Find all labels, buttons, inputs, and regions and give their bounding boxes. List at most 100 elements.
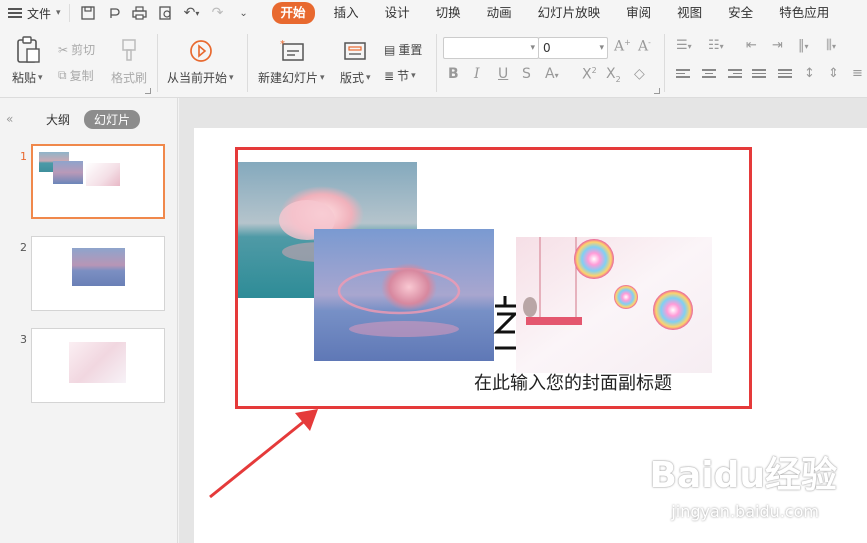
tab-design[interactable]: 设计: [372, 2, 423, 24]
slide-thumbnail-2[interactable]: [31, 236, 165, 311]
thumb-image: [86, 163, 120, 186]
copy-label: 复制: [69, 69, 94, 83]
ribbon-separator: [247, 34, 248, 92]
paragraph-spacing-icon[interactable]: ⇕: [828, 66, 839, 81]
collapse-panel-icon[interactable]: «: [6, 112, 13, 126]
hamburger-icon: [8, 8, 22, 18]
tab-transition[interactable]: 切换: [423, 2, 474, 24]
thumbnail-number: 2: [20, 241, 27, 254]
italic-icon[interactable]: I: [474, 66, 480, 82]
highlight-box: [235, 147, 752, 409]
layout-label: 版式: [340, 71, 365, 85]
font-name-combo[interactable]: ▾: [443, 37, 539, 59]
superscript-icon[interactable]: X2: [582, 66, 597, 83]
cut-button[interactable]: ✂ 剪切: [58, 41, 95, 58]
dialog-launcher-icon[interactable]: [654, 88, 660, 94]
increase-font-icon[interactable]: A+: [614, 38, 631, 55]
line-spacing-icon[interactable]: ↕: [804, 66, 815, 81]
tab-home[interactable]: 开始: [271, 2, 315, 24]
watermark-logo: Baidu经验: [649, 455, 837, 496]
ribbon: 粘贴 ✂剪切 ⧉复制 格式刷 从当前开始 * 新建幻灯片 版式 ▤重置 ≣节 ▾…: [0, 26, 867, 98]
thumb-image: [72, 248, 125, 286]
chevron-down-icon: ▾: [599, 43, 604, 53]
tab-view[interactable]: 视图: [664, 2, 715, 24]
subscript-icon[interactable]: X2: [606, 66, 621, 84]
paste-label: 粘贴: [12, 71, 37, 85]
new-slide-icon[interactable]: *: [280, 38, 306, 64]
redo-icon[interactable]: ↷: [206, 2, 230, 24]
section-button[interactable]: ≣ 节: [384, 67, 416, 84]
chevron-down-icon: ▾: [530, 43, 535, 53]
print-preview-icon[interactable]: [154, 2, 178, 24]
reset-button[interactable]: ▤ 重置: [384, 41, 422, 58]
format-painter-label: 格式刷: [111, 71, 148, 85]
thumb-image: [53, 161, 83, 184]
text-columns-icon[interactable]: ‖▾: [798, 38, 809, 53]
scissors-icon: ✂: [58, 42, 69, 57]
undo-icon[interactable]: ↶ ▾: [180, 2, 204, 24]
thumbnail-number: 3: [20, 333, 27, 346]
reset-label: 重置: [398, 43, 423, 57]
reset-icon: ▤: [384, 42, 396, 57]
paste-icon[interactable]: [14, 36, 42, 64]
font-size-value: 0: [543, 41, 551, 55]
align-left-icon[interactable]: [676, 69, 690, 81]
decrease-font-icon[interactable]: A-: [638, 38, 651, 55]
save-icon[interactable]: [76, 2, 100, 24]
dialog-launcher-icon[interactable]: [145, 88, 151, 94]
text-direction-icon[interactable]: ⫼▾: [826, 38, 836, 53]
tab-review[interactable]: 审阅: [613, 2, 664, 24]
print-icon[interactable]: [128, 2, 152, 24]
new-slide-label: 新建幻灯片: [258, 71, 319, 85]
slide-thumbnail-1[interactable]: [31, 144, 165, 219]
section-icon: ≣: [384, 68, 395, 83]
tab-animation[interactable]: 动画: [474, 2, 525, 24]
tab-insert[interactable]: 插入: [321, 2, 372, 24]
cut-label: 剪切: [71, 43, 96, 57]
numbered-list-icon[interactable]: ☷▾: [708, 38, 724, 53]
menu-bar: 文件 ▾ ↶ ▾ ↷ ⌄ 开始 插入 设计 切换 动画 幻灯片放映 审阅 视图 安…: [0, 0, 867, 26]
font-color-icon[interactable]: A▾: [545, 66, 559, 82]
customize-toolbar-icon[interactable]: ⌄: [232, 2, 256, 24]
slide-panel: « 大纲 幻灯片 1 2 3: [0, 98, 178, 543]
ribbon-tabs: 开始 插入 设计 切换 动画 幻灯片放映 审阅 视图 安全 特色应用: [266, 2, 843, 24]
align-center-icon[interactable]: [702, 69, 716, 81]
bold-icon[interactable]: B: [448, 66, 459, 82]
paste-button[interactable]: 粘贴: [12, 69, 43, 86]
decrease-indent-icon[interactable]: ⇤: [746, 38, 757, 53]
play-icon[interactable]: [188, 38, 214, 64]
copy-button[interactable]: ⧉ 复制: [58, 67, 94, 84]
layout-button[interactable]: 版式: [340, 69, 371, 86]
justify-icon[interactable]: [752, 69, 766, 81]
copy-icon: ⧉: [58, 68, 67, 82]
tab-security[interactable]: 安全: [715, 2, 766, 24]
tab-slideshow[interactable]: 幻灯片放映: [525, 2, 614, 24]
tab-slides[interactable]: 幻灯片: [84, 109, 141, 129]
thumbnail-number: 1: [20, 150, 27, 163]
font-size-combo[interactable]: 0 ▾: [538, 37, 608, 59]
distributed-icon[interactable]: [778, 69, 792, 81]
format-painter-icon[interactable]: [117, 38, 141, 62]
paragraph-settings-icon[interactable]: ≡: [852, 66, 863, 81]
layout-icon[interactable]: [342, 38, 368, 64]
eraser-icon[interactable]: ◇: [634, 66, 645, 82]
quick-access-toolbar: ↶ ▾ ↷ ⌄: [68, 2, 256, 24]
format-painter-button[interactable]: 格式刷: [111, 69, 147, 86]
tab-special-apps[interactable]: 特色应用: [766, 2, 842, 24]
slide-thumbnail-3[interactable]: [31, 328, 165, 403]
ribbon-separator: [436, 34, 437, 92]
file-menu[interactable]: 文件 ▾: [0, 0, 69, 26]
from-current-label: 从当前开始: [167, 71, 228, 85]
shadow-icon[interactable]: S: [522, 66, 531, 82]
bullet-list-icon[interactable]: ☰▾: [676, 38, 692, 53]
underline-icon[interactable]: U: [498, 66, 508, 82]
ribbon-separator: [157, 34, 158, 92]
ribbon-separator: [664, 34, 665, 92]
tab-outline[interactable]: 大纲: [46, 111, 70, 128]
from-current-button[interactable]: 从当前开始: [167, 69, 234, 86]
align-right-icon[interactable]: [728, 69, 742, 81]
new-slide-button[interactable]: 新建幻灯片: [258, 69, 325, 86]
thumb-image: [69, 342, 126, 383]
export-icon[interactable]: [102, 2, 126, 24]
increase-indent-icon[interactable]: ⇥: [772, 38, 783, 53]
